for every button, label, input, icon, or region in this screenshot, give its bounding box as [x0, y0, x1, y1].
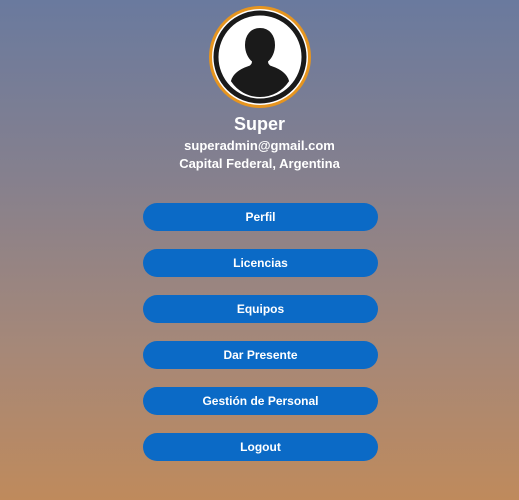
perfil-button[interactable]: Perfil — [143, 203, 378, 231]
profile-email: superadmin@gmail.com — [184, 138, 335, 153]
logout-button[interactable]: Logout — [143, 433, 378, 461]
profile-name: Super — [233, 114, 285, 134]
main-menu: Perfil Licencias Equipos Dar Presente Ge… — [143, 203, 378, 479]
equipos-button[interactable]: Equipos — [143, 295, 378, 323]
profile-location: Capital Federal, Argentina — [179, 156, 340, 171]
licencias-button[interactable]: Licencias — [143, 249, 378, 277]
user-silhouette-icon — [213, 10, 307, 104]
avatar — [209, 6, 311, 108]
dar-presente-button[interactable]: Dar Presente — [143, 341, 378, 369]
gestion-de-personal-button[interactable]: Gestión de Personal — [143, 387, 378, 415]
